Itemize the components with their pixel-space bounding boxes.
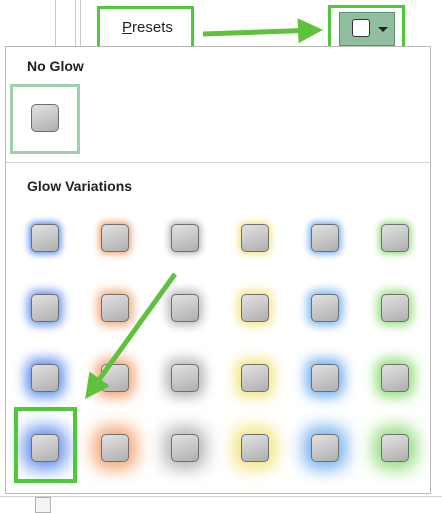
- arrow-to-selected-glow: [85, 272, 178, 400]
- annotation-arrows: [85, 18, 323, 400]
- arrow-presets-to-dropdown: [202, 18, 323, 44]
